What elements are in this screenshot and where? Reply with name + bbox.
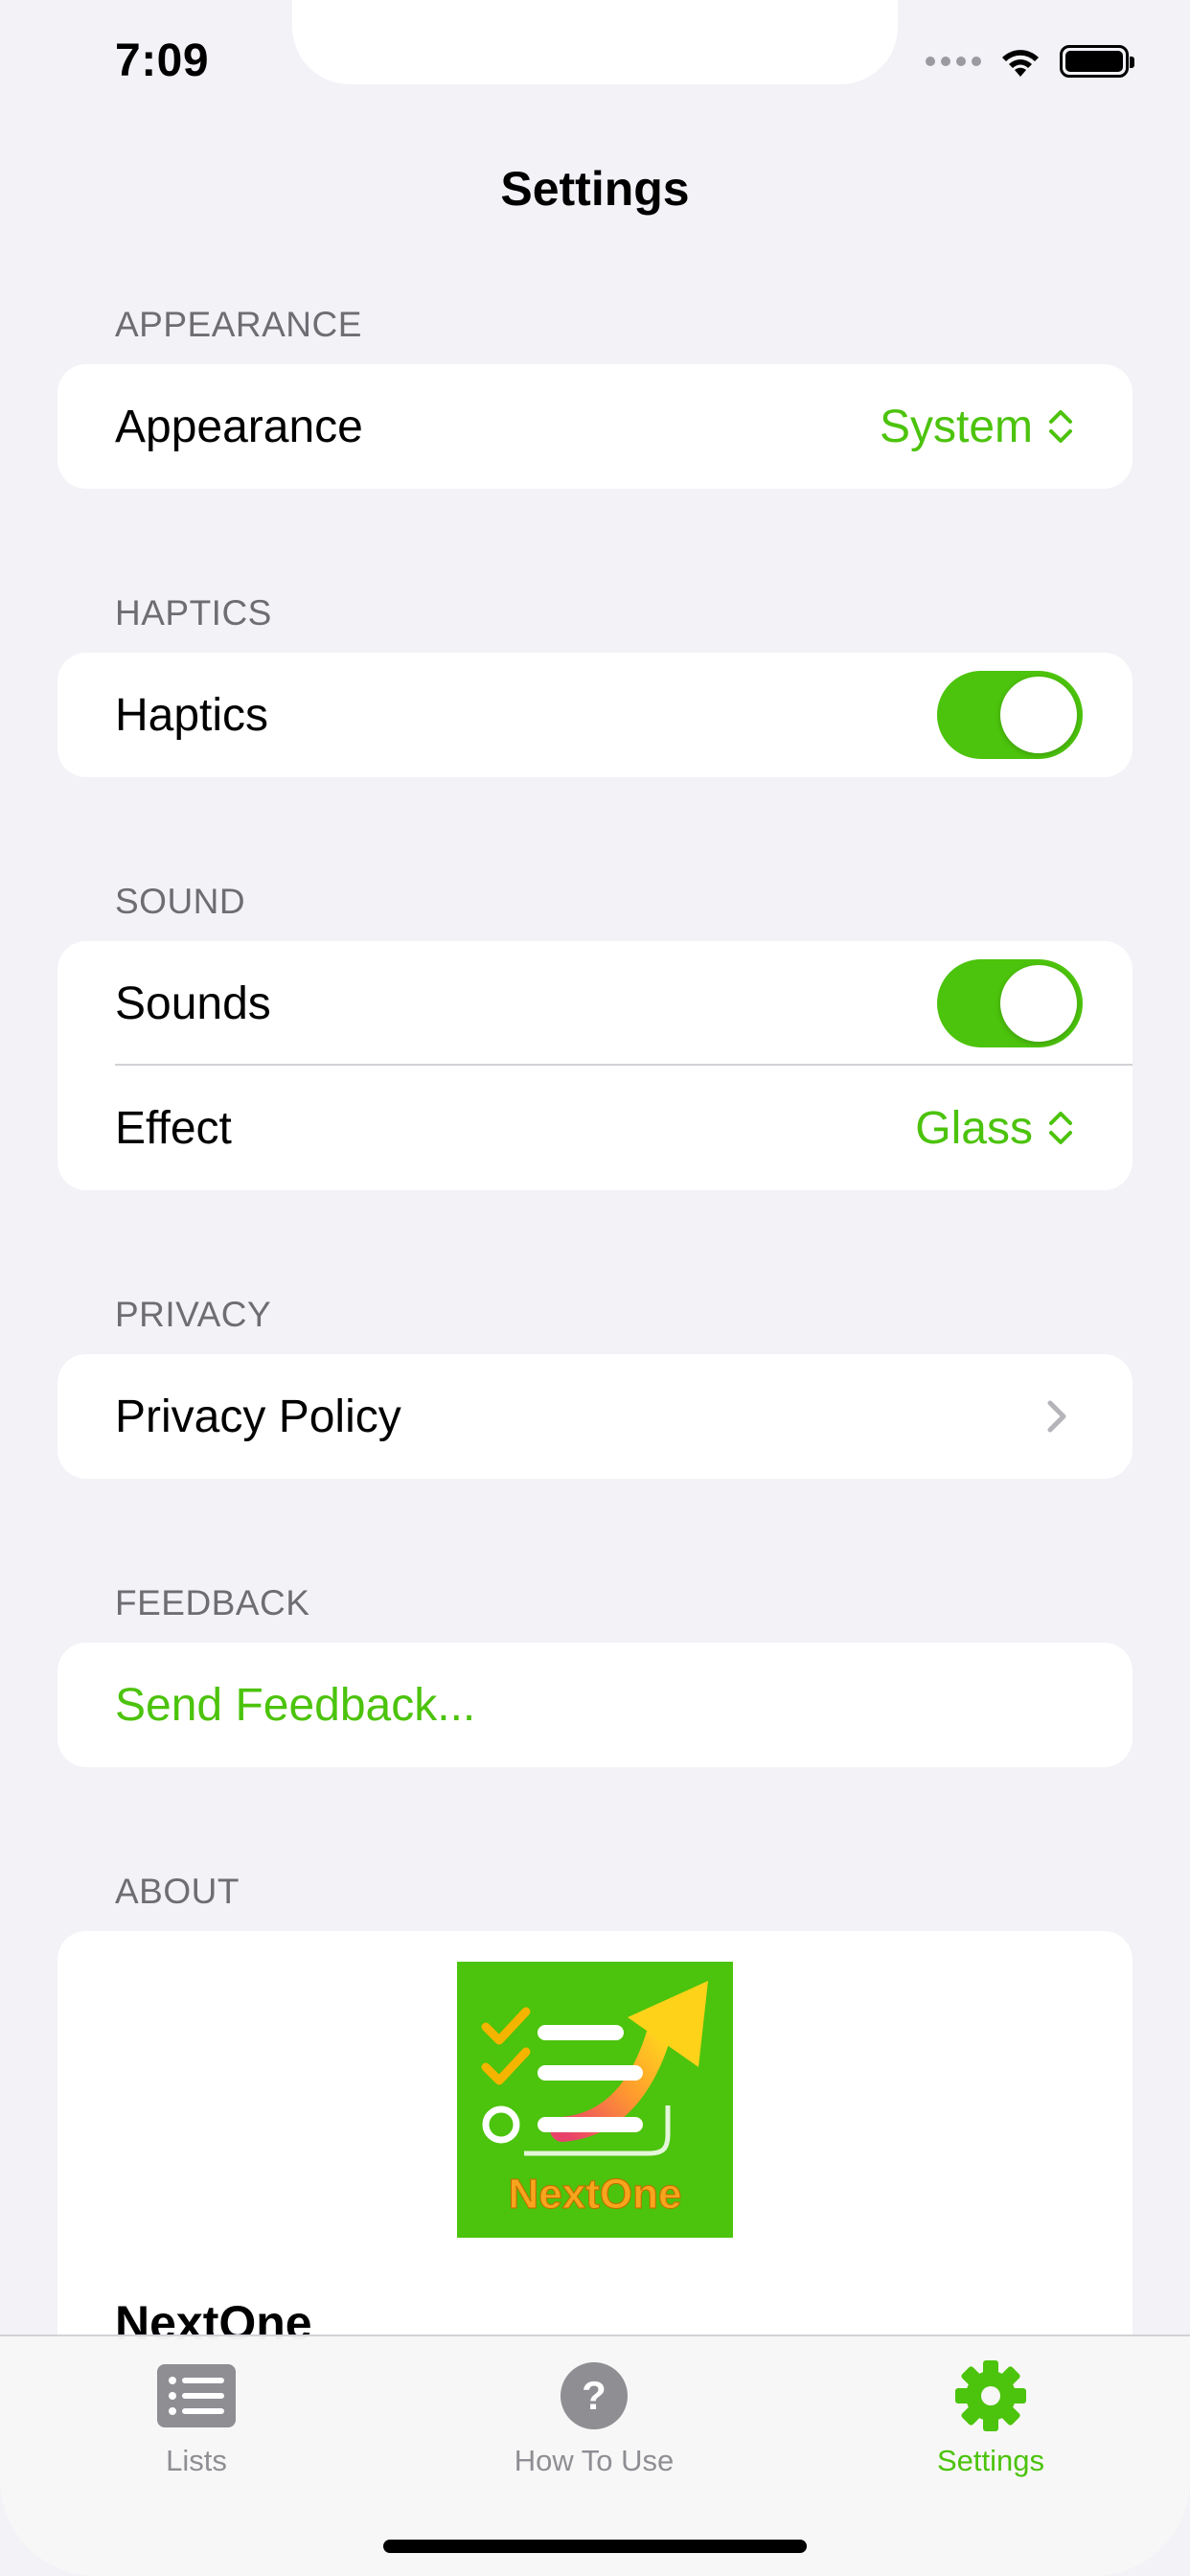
appearance-label: Appearance xyxy=(115,401,363,452)
tab-how-to-use[interactable]: ? How To Use xyxy=(450,2358,738,2478)
send-feedback-row[interactable]: Send Feedback... xyxy=(57,1643,1133,1767)
app-logo: NextOne xyxy=(457,1962,733,2238)
section-header-about: ABOUT xyxy=(115,1872,240,1911)
status-icons xyxy=(926,42,1134,80)
sounds-toggle[interactable] xyxy=(937,959,1083,1047)
svg-text:?: ? xyxy=(582,2373,606,2418)
settings-screen: 7:09 Settings APPEARANCE Appearance Syst… xyxy=(0,0,1190,2576)
battery-icon xyxy=(1060,45,1134,78)
appearance-value: System xyxy=(879,401,1033,452)
section-header-privacy: PRIVACY xyxy=(115,1295,272,1334)
status-time: 7:09 xyxy=(115,35,210,86)
tab-bar: Lists ? How To Use Settings xyxy=(0,2334,1190,2576)
effect-picker[interactable]: Glass xyxy=(915,1102,1075,1155)
wifi-icon xyxy=(1002,50,1039,77)
privacy-policy-row[interactable]: Privacy Policy xyxy=(57,1354,1133,1479)
sounds-label: Sounds xyxy=(115,978,271,1029)
page-title: Settings xyxy=(500,162,690,216)
cellular-signal-icon xyxy=(926,57,981,66)
tab-settings-label: Settings xyxy=(936,2444,1044,2477)
section-header-appearance: APPEARANCE xyxy=(115,305,362,344)
section-header-feedback: FEEDBACK xyxy=(115,1583,310,1622)
effect-label: Effect xyxy=(115,1102,232,1154)
tab-settings[interactable]: Settings xyxy=(847,2358,1134,2478)
send-feedback-button[interactable]: Send Feedback... xyxy=(115,1679,1075,1732)
gear-icon xyxy=(955,2360,1026,2431)
chevron-up-down-icon xyxy=(1049,1112,1072,1144)
tab-lists[interactable]: Lists xyxy=(53,2358,340,2478)
haptics-group: Haptics xyxy=(57,653,1133,777)
haptics-row: Haptics xyxy=(57,653,1133,777)
section-header-haptics: HAPTICS xyxy=(115,593,272,632)
home-indicator xyxy=(383,2540,807,2553)
chevron-right-icon xyxy=(1047,1400,1066,1433)
tab-lists-label: Lists xyxy=(166,2444,227,2477)
haptics-label: Haptics xyxy=(115,689,269,741)
effect-row[interactable]: Effect Glass xyxy=(57,1066,1133,1190)
chevron-up-down-icon xyxy=(1049,410,1072,443)
effect-value: Glass xyxy=(915,1102,1033,1154)
appearance-row[interactable]: Appearance System xyxy=(57,364,1133,489)
sound-group: Sounds Effect Glass xyxy=(57,941,1133,1190)
notch xyxy=(292,0,898,84)
appearance-picker[interactable]: System xyxy=(880,401,1075,453)
feedback-group: Send Feedback... xyxy=(57,1643,1133,1767)
tab-how-to-use-label: How To Use xyxy=(514,2444,675,2477)
section-header-sound: SOUND xyxy=(115,882,246,921)
sounds-row: Sounds xyxy=(57,941,1133,1066)
question-icon: ? xyxy=(561,2362,628,2429)
privacy-policy-label: Privacy Policy xyxy=(115,1391,401,1442)
appearance-group: Appearance System xyxy=(57,364,1133,489)
haptics-toggle[interactable] xyxy=(937,671,1083,759)
privacy-group: Privacy Policy xyxy=(57,1354,1133,1479)
logo-text: NextOne xyxy=(509,2171,682,2218)
list-icon xyxy=(157,2364,236,2427)
